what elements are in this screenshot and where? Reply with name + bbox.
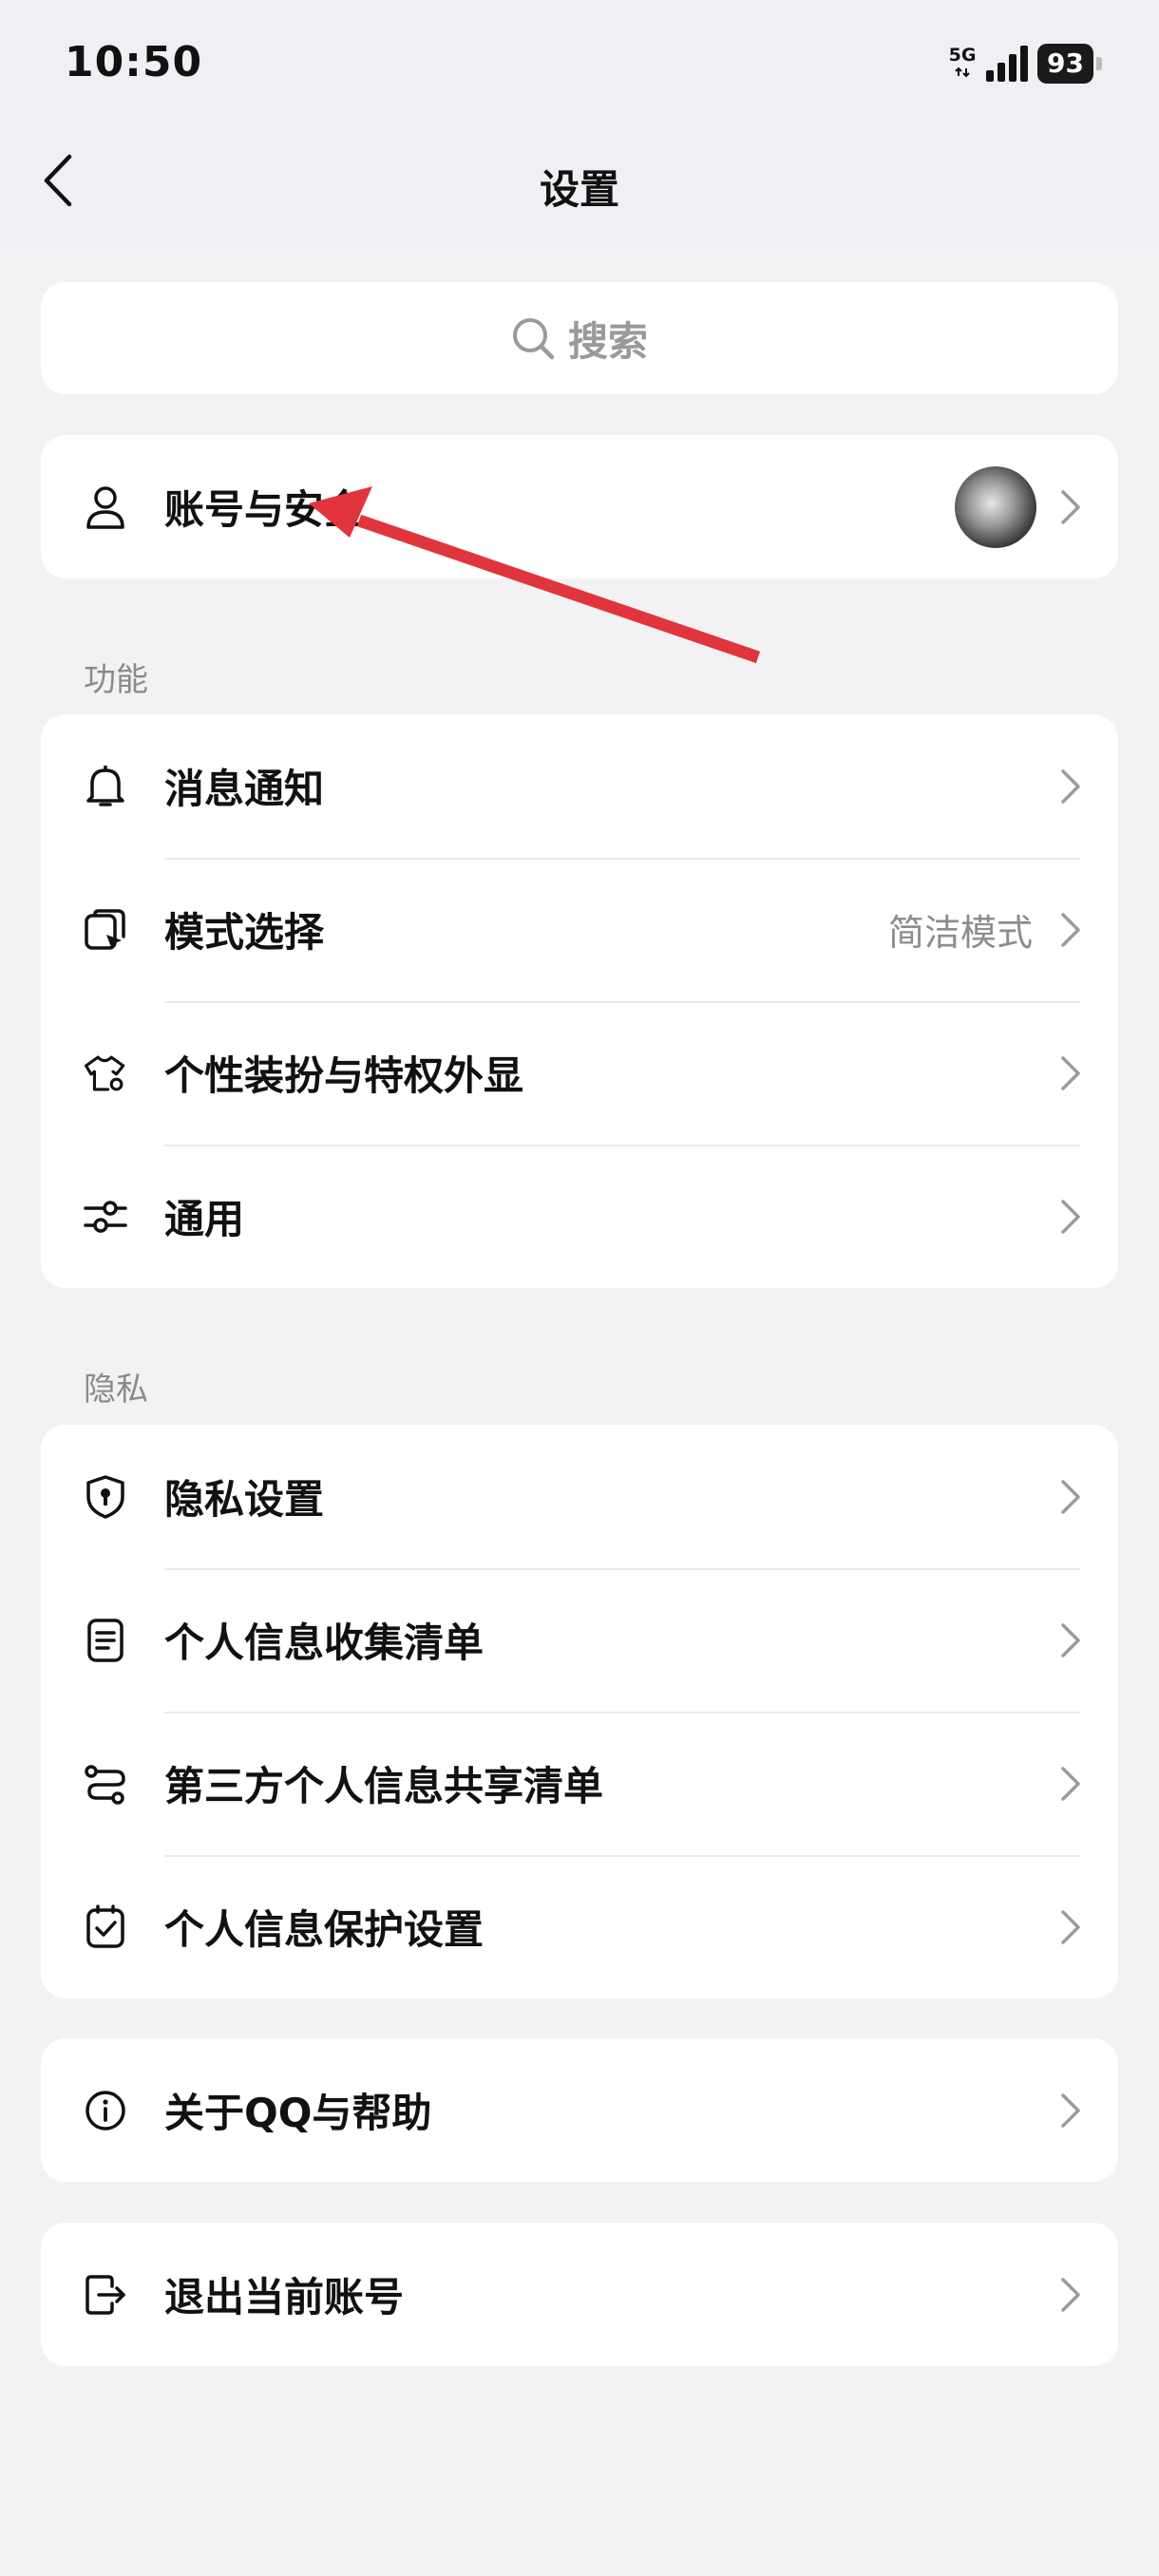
bell-icon	[83, 764, 128, 809]
menu-item-third-party-sharing[interactable]: 第三方个人信息共享清单	[41, 1712, 1118, 1855]
menu-item-logout[interactable]: 退出当前账号	[41, 2223, 1118, 2366]
menu-item-label: 第三方个人信息共享清单	[164, 1763, 604, 1809]
menu-item-protection-settings[interactable]: 个人信息保护设置	[41, 1855, 1118, 1998]
privacy-card: 隐私设置 个人信息收集清单 第三方个人信息共享清单 个人信息保护设置	[41, 1425, 1118, 1998]
shield-icon	[83, 1474, 128, 1520]
chevron-right-icon	[1061, 1766, 1080, 1801]
avatar	[955, 465, 1036, 548]
network-indicator: 5G	[948, 47, 977, 81]
chevron-right-icon	[1061, 489, 1080, 524]
menu-item-label: 个人信息保护设置	[164, 1906, 484, 1953]
mode-value: 简洁模式	[887, 912, 1033, 954]
info-icon	[83, 2088, 128, 2133]
menu-item-general[interactable]: 通用	[41, 1145, 1118, 1288]
document-icon	[83, 1618, 128, 1663]
data-arrows-icon	[955, 66, 970, 78]
search-icon	[512, 318, 555, 360]
battery-indicator: 93	[1037, 44, 1102, 84]
signal-icon	[986, 46, 1029, 82]
menu-item-mode[interactable]: 模式选择 简洁模式	[41, 858, 1118, 1001]
section-title-privacy: 隐私	[84, 1371, 148, 1409]
status-bar: 10:50 5G 93	[0, 0, 1159, 133]
share-icon	[83, 1761, 128, 1807]
sliders-icon	[83, 1194, 128, 1240]
divider	[164, 1855, 1080, 1857]
network-label: 5G	[948, 45, 977, 66]
chevron-right-icon	[1061, 2093, 1080, 2128]
menu-item-label: 个人信息收集清单	[164, 1619, 484, 1666]
logout-card: 退出当前账号	[41, 2223, 1118, 2366]
chevron-right-icon	[1061, 1199, 1080, 1234]
search-placeholder: 搜索	[567, 317, 648, 365]
menu-item-label: 通用	[164, 1196, 245, 1242]
divider	[164, 858, 1080, 860]
menu-item-label: 模式选择	[164, 909, 325, 956]
checkbox-icon	[83, 1904, 128, 1950]
about-card: 关于QQ与帮助	[41, 2038, 1118, 2182]
menu-item-label: 关于QQ与帮助	[164, 2090, 432, 2136]
chevron-right-icon	[1061, 1055, 1080, 1090]
menu-item-personalization[interactable]: 个性装扮与特权外显	[41, 1001, 1118, 1145]
chevron-right-icon	[1061, 2277, 1080, 2312]
chevron-right-icon	[1061, 768, 1080, 804]
menu-item-notifications[interactable]: 消息通知	[41, 714, 1118, 858]
account-security-label: 账号与安全	[164, 486, 365, 533]
battery-level: 93	[1037, 44, 1093, 84]
chevron-right-icon	[1061, 1479, 1080, 1514]
page-title: 设置	[539, 166, 619, 213]
account-card: 账号与安全	[41, 435, 1118, 578]
section-title-features: 功能	[84, 661, 148, 699]
status-indicators: 5G 93	[948, 44, 1102, 84]
divider	[164, 1568, 1080, 1570]
battery-tip	[1096, 57, 1102, 70]
divider	[164, 1001, 1080, 1003]
menu-item-label: 个性装扮与特权外显	[164, 1052, 524, 1099]
chevron-right-icon	[1061, 1622, 1080, 1657]
menu-item-data-collection[interactable]: 个人信息收集清单	[41, 1568, 1118, 1712]
nav-bar: 设置	[0, 133, 1159, 228]
menu-item-about[interactable]: 关于QQ与帮助	[41, 2038, 1118, 2182]
mode-icon	[83, 907, 128, 953]
tshirt-icon	[83, 1051, 128, 1096]
user-icon	[83, 484, 128, 530]
search-bar[interactable]: 搜索	[41, 282, 1118, 394]
divider	[164, 1145, 1080, 1146]
features-card: 消息通知 模式选择 简洁模式 个性装扮与特权外显 通用	[41, 714, 1118, 1288]
menu-item-label: 消息通知	[164, 766, 325, 812]
account-security-item[interactable]: 账号与安全	[41, 435, 1118, 578]
menu-item-label: 隐私设置	[164, 1476, 325, 1523]
divider	[164, 1712, 1080, 1714]
chevron-right-icon	[1061, 912, 1080, 947]
menu-item-privacy-settings[interactable]: 隐私设置	[41, 1425, 1118, 1568]
menu-item-label: 退出当前账号	[164, 2274, 405, 2320]
logout-icon	[83, 2272, 128, 2318]
chevron-right-icon	[1061, 1909, 1080, 1944]
status-time: 10:50	[65, 38, 203, 86]
